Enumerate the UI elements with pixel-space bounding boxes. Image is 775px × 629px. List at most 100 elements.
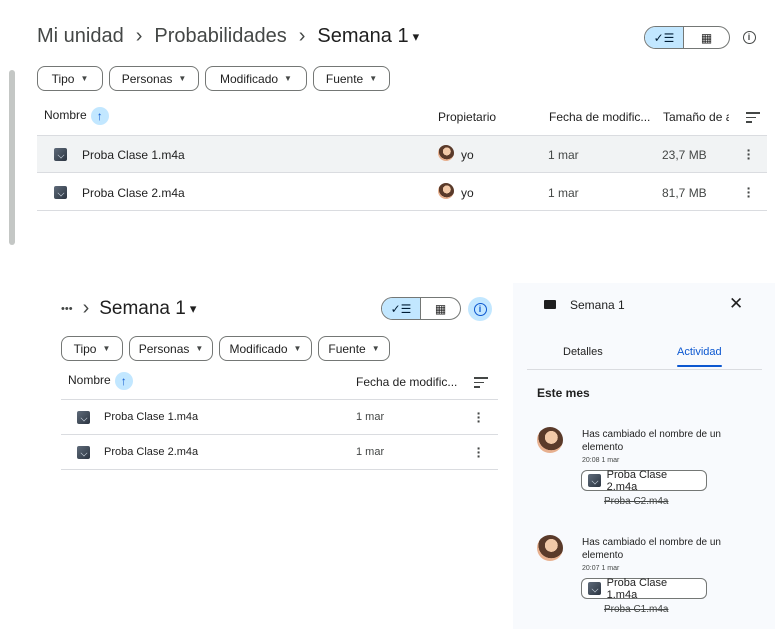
column-header-modified[interactable]: Fecha de modific...: [356, 375, 457, 389]
file-name: Proba Clase 2.m4a: [606, 468, 668, 493]
column-header-label: Nombre: [44, 108, 87, 123]
tab-detalles[interactable]: Detalles: [563, 346, 603, 358]
owner: yo: [461, 148, 474, 162]
grid-view-button[interactable]: ▦: [421, 298, 460, 319]
tab-underline: [677, 365, 722, 367]
column-header-name[interactable]: Nombre ↑: [44, 107, 109, 125]
filter-personas[interactable]: Personas ▼: [129, 336, 213, 361]
filter-tipo[interactable]: Tipo ▼: [37, 66, 103, 91]
details-info-button[interactable]: i: [738, 26, 760, 48]
divider: [61, 469, 498, 470]
caret-down-icon: ▼: [80, 74, 89, 83]
filter-fuente[interactable]: Fuente ▼: [318, 336, 390, 361]
activity-text: elemento: [582, 442, 624, 453]
filter-label: Personas: [121, 71, 173, 86]
column-header-name[interactable]: Nombre ↑: [68, 372, 133, 390]
avatar: [438, 145, 454, 161]
avatar: [537, 427, 563, 453]
list-view-button[interactable]: ✓☰: [382, 298, 421, 319]
modified-date: 1 mar: [548, 148, 579, 162]
caret-down-icon: ▼: [178, 74, 187, 83]
file-name[interactable]: Proba Clase 2.m4a: [82, 186, 185, 200]
scrollbar[interactable]: [9, 70, 15, 245]
filter-fuente[interactable]: Fuente ▼: [313, 66, 390, 91]
filter-tipo[interactable]: Tipo ▼: [61, 336, 123, 361]
audio-file-icon: [54, 148, 67, 161]
grid-view-button[interactable]: ▦: [684, 27, 729, 48]
info-icon: i: [742, 30, 756, 44]
filter-label: Modificado: [220, 71, 279, 86]
sort-icon[interactable]: [746, 112, 760, 126]
activity-time: 20:08 1 mar: [582, 457, 620, 464]
arrow-up-icon[interactable]: ↑: [114, 372, 133, 390]
activity-text: Has cambiado el nombre de un: [582, 429, 721, 440]
filter-personas[interactable]: Personas ▼: [109, 66, 199, 91]
breadcrumb-item-probabilidades[interactable]: Probabilidades: [154, 25, 286, 48]
modified-date: 1 mar: [356, 411, 385, 423]
filter-label: Modificado: [229, 341, 288, 356]
divider: [37, 172, 767, 173]
folder-menu-caret-icon[interactable]: ▾: [190, 301, 197, 317]
breadcrumb-separator: ›: [135, 25, 143, 47]
caret-down-icon: ▼: [293, 344, 302, 353]
column-header-label: Nombre: [68, 373, 111, 388]
file-name: Proba Clase 1.m4a: [606, 576, 668, 601]
filter-modificado[interactable]: Modificado ▼: [219, 336, 312, 361]
avatar: [537, 535, 563, 561]
activity-file-chip[interactable]: Proba Clase 1.m4a: [581, 576, 707, 601]
breadcrumb: Mi unidad › Probabilidades › Semana 1 ▾: [37, 25, 419, 48]
filter-modificado[interactable]: Modificado ▼: [205, 66, 307, 91]
breadcrumb-item-mi-unidad[interactable]: Mi unidad: [37, 25, 124, 48]
old-name: Proba C2.m4a: [604, 496, 669, 507]
file-name[interactable]: Proba Clase 1.m4a: [82, 148, 185, 162]
more-vert-icon[interactable]: · · ·: [475, 441, 483, 463]
close-icon[interactable]: ✕: [729, 294, 743, 314]
audio-file-icon: [588, 582, 601, 595]
caret-down-icon: ▼: [102, 344, 111, 353]
breadcrumb-more-button[interactable]: •••: [61, 303, 73, 315]
file-name[interactable]: Proba Clase 1.m4a: [104, 411, 198, 423]
audio-file-icon: [588, 474, 601, 487]
tab-actividad[interactable]: Actividad: [677, 346, 722, 358]
modified-date: 1 mar: [548, 186, 579, 200]
breadcrumb-item-semana-1[interactable]: Semana 1: [99, 298, 186, 320]
sort-icon[interactable]: [474, 377, 488, 391]
folder-icon: [544, 300, 556, 309]
filter-label: Tipo: [51, 71, 75, 86]
breadcrumb-separator: ›: [82, 297, 90, 319]
audio-file-icon: [77, 446, 90, 459]
list-view-button[interactable]: ✓☰: [645, 27, 684, 48]
activity-file-chip[interactable]: Proba Clase 2.m4a: [581, 468, 707, 493]
breadcrumb-separator: ›: [298, 25, 306, 47]
column-header-owner[interactable]: Propietario: [438, 110, 496, 124]
details-info-button[interactable]: i: [468, 297, 492, 321]
folder-menu-caret-icon[interactable]: ▾: [413, 29, 420, 45]
more-vert-icon[interactable]: · · ·: [745, 143, 753, 165]
grid-icon: ▦: [700, 30, 713, 45]
divider: [527, 369, 762, 370]
filter-label: Fuente: [328, 341, 366, 356]
file-size: 23,7 MB: [662, 148, 707, 162]
view-toggle: ✓☰ ▦: [644, 26, 730, 49]
grid-icon: ▦: [434, 301, 447, 316]
breadcrumb: ••• › Semana 1 ▾: [61, 297, 196, 320]
old-name: Proba C1.m4a: [604, 604, 669, 615]
divider: [61, 434, 498, 435]
audio-file-icon: [54, 186, 67, 199]
file-size: 81,7 MB: [662, 186, 707, 200]
more-vert-icon[interactable]: · · ·: [475, 406, 483, 428]
caret-down-icon: ▼: [284, 74, 292, 83]
more-vert-icon[interactable]: · · ·: [745, 181, 753, 203]
arrow-up-icon[interactable]: ↑: [90, 107, 109, 125]
section-heading: Este mes: [537, 386, 590, 400]
divider: [37, 210, 767, 211]
owner: yo: [461, 186, 474, 200]
file-name[interactable]: Proba Clase 2.m4a: [104, 446, 198, 458]
column-header-modified[interactable]: Fecha de modific...: [549, 110, 650, 124]
panel-title: Semana 1: [570, 298, 625, 312]
check-list-icon: ✓☰: [390, 301, 412, 316]
view-toggle: ✓☰ ▦: [381, 297, 461, 320]
breadcrumb-item-semana-1[interactable]: Semana 1: [317, 25, 408, 48]
caret-down-icon: ▼: [371, 344, 380, 353]
column-header-size[interactable]: Tamaño de a: [663, 110, 729, 124]
